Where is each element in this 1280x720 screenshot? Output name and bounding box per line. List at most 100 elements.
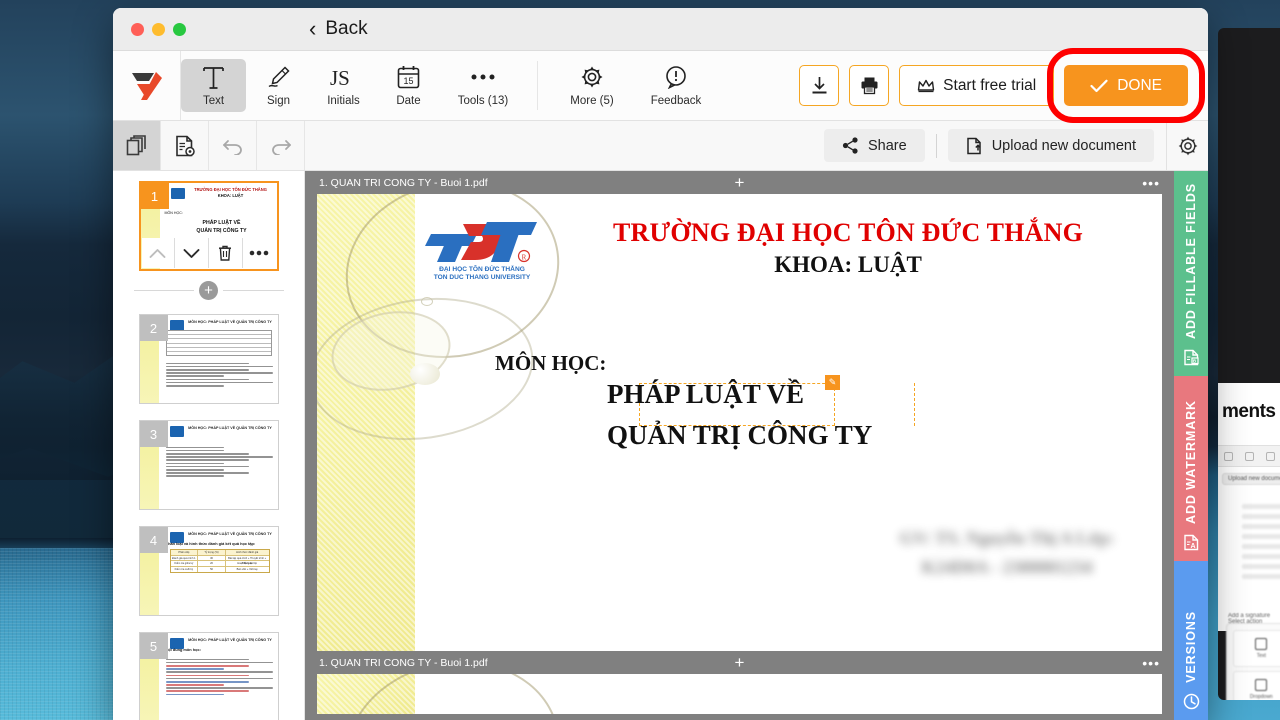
tool-text[interactable]: Text (181, 59, 246, 112)
upload-document-icon (966, 137, 983, 155)
toolbar-right-actions: Start free trial DONE (799, 48, 1208, 123)
document-settings-button[interactable] (161, 121, 209, 170)
background-browser-window[interactable]: KÍCH CỠ 22,5 MB ments DONE Upload new do… (1218, 28, 1280, 700)
back-button-label: Back (325, 18, 368, 39)
page-more-button[interactable] (243, 238, 276, 268)
background-field-text[interactable]: Text (1233, 630, 1280, 668)
background-upload-button[interactable]: Upload new document (1222, 473, 1280, 485)
upload-new-document-button[interactable]: Upload new document (947, 129, 1154, 162)
background-print-icon[interactable] (1245, 451, 1254, 461)
pages-panel-toggle[interactable] (113, 121, 161, 170)
thumbnail-hover-toolbar[interactable] (141, 238, 276, 268)
thumbnail-page-2[interactable]: 2 MÔN HỌC: PHÁP LUẬT VỀ QUẢN TRỊ CÔNG TY (138, 314, 279, 404)
ellipsis-icon (249, 250, 269, 256)
background-field-dropdown[interactable]: Dropdown (1233, 671, 1280, 700)
trash-icon (219, 245, 232, 261)
divider-line-right (223, 290, 284, 291)
document-viewer[interactable]: 1. QUAN TRI CONG TY - Buoi 1.pdf + ••• R… (305, 171, 1174, 720)
insert-page-button[interactable]: + (735, 173, 745, 193)
move-page-up-button[interactable] (142, 238, 176, 268)
undo-button[interactable] (209, 121, 257, 170)
background-footer-actions[interactable]: Add a signature Select action (1228, 613, 1270, 625)
insert-page-button[interactable]: + (735, 653, 745, 673)
settings-button[interactable] (1166, 121, 1208, 171)
maximize-button[interactable] (173, 22, 186, 36)
window-titlebar: ‹ Back (113, 8, 1208, 51)
document-page-2[interactable] (317, 674, 1162, 714)
thumbnail-item-1[interactable]: 1 TRƯỜNG ĐẠI HỌC TÔN ĐỨC THẮNG KHOA: LUẬ… (138, 181, 279, 271)
divider-line-left (133, 290, 194, 291)
document-page-1[interactable]: R ĐẠI HỌC TÔN ĐỨC THẮNG TON DUC THANG UN… (317, 194, 1162, 651)
delete-page-button[interactable] (209, 238, 243, 268)
thumbnail-panel[interactable]: 1 TRƯỜNG ĐẠI HỌC TÔN ĐỨC THẮNG KHOA: LUẬ… (113, 171, 305, 720)
download-icon (812, 77, 827, 94)
thumbnail-item-4[interactable]: 4 MÔN HỌC: PHÁP LUẬT VỀ QUẢN TRỊ CÔNG TY… (138, 526, 279, 616)
background-select-action[interactable]: Select action (1228, 619, 1270, 625)
thumbnail-page-4[interactable]: 4 MÔN HỌC: PHÁP LUẬT VỀ QUẢN TRỊ CÔNG TY… (138, 526, 279, 616)
pdffiller-logo[interactable] (113, 51, 181, 120)
document-subject-line-2: QUẢN TRỊ CÔNG TY (607, 420, 873, 450)
tab-versions[interactable]: VERSIONS (1174, 561, 1208, 720)
feedback-bubble-icon (664, 64, 688, 90)
close-button[interactable] (131, 22, 144, 36)
secondary-toolbar: Share Upload new document (113, 121, 1208, 171)
thumbnail-item-3[interactable]: 3 MÔN HỌC: PHÁP LUẬT VỀ QUẢN TRỊ CÔNG TY (138, 420, 279, 510)
text-icon (1255, 638, 1268, 651)
svg-text:JS: JS (330, 66, 350, 89)
page-options-button[interactable]: ••• (1142, 175, 1160, 191)
minimize-button[interactable] (152, 22, 165, 36)
add-page-button[interactable]: + (199, 281, 218, 300)
thumbnail-page-3[interactable]: 3 MÔN HỌC: PHÁP LUẬT VỀ QUẢN TRỊ CÔNG TY (138, 420, 279, 510)
tab-add-fillable-fields[interactable]: B ADD FILLABLE FIELDS (1174, 171, 1208, 376)
page-header-1: 1. QUAN TRI CONG TY - Buoi 1.pdf + ••• (305, 171, 1174, 194)
thumbnail-body-lines (165, 657, 273, 697)
redo-icon (271, 139, 291, 155)
share-icon (842, 137, 859, 154)
tool-date[interactable]: 15 Date (376, 51, 441, 120)
document-subject-line-1: PHÁP LUẬT VỀ (607, 379, 805, 409)
background-file-size-panel: KÍCH CỠ 22,5 MB (1218, 198, 1280, 338)
edit-field-badge-icon[interactable]: ✎ (825, 375, 840, 390)
move-page-down-button[interactable] (175, 238, 209, 268)
tab-add-fillable-fields-label: ADD FILLABLE FIELDS (1184, 183, 1198, 339)
background-action-row[interactable]: Upload new document Find another form (1218, 469, 1280, 489)
thumbnail-page-5[interactable]: 5 MÔN HỌC: PHÁP LUẬT VỀ QUẢN TRỊ CÔNG TY… (138, 632, 279, 720)
tool-initials[interactable]: JS Initials (311, 51, 376, 120)
thumbnail-item-5[interactable]: 5 MÔN HỌC: PHÁP LUẬT VỀ QUẢN TRỊ CÔNG TY… (138, 632, 279, 720)
thumbnail-page-number: 2 (139, 315, 168, 341)
thumbnail-page-number: 1 (140, 183, 169, 209)
tool-tools[interactable]: Tools (13) (441, 51, 525, 120)
thumbnail-page-number: 3 (139, 421, 168, 447)
share-button[interactable]: Share (824, 129, 925, 162)
start-free-trial-button[interactable]: Start free trial (899, 65, 1055, 106)
done-button-wrapper: DONE (1047, 48, 1205, 123)
thumbnail-logo (170, 188, 185, 199)
thumbnail-header: MÔN HỌC: PHÁP LUẬT VỀ QUẢN TRỊ CÔNG TY (188, 532, 272, 536)
background-field-type-palette[interactable]: Text Number Date Dropdown Checkbox Signa… (1226, 623, 1280, 700)
chevron-up-icon (149, 248, 166, 258)
thumbnail-caption: Phân loại và hình thức đánh giá kết quả … (165, 541, 256, 546)
svg-text:B: B (1192, 359, 1196, 364)
blurred-instructor-info: GV: TS. Nguyễn Thị A Lớp: K24D0A - 23000… (899, 528, 1115, 577)
window-controls[interactable] (131, 22, 186, 36)
back-button[interactable]: ‹ Back (309, 18, 368, 40)
page-options-button[interactable]: ••• (1142, 655, 1160, 671)
tool-feedback[interactable]: Feedback (634, 51, 718, 120)
thumbnail-page-1[interactable]: 1 TRƯỜNG ĐẠI HỌC TÔN ĐỨC THẮNG KHOA: LUẬ… (138, 181, 279, 271)
done-button[interactable]: DONE (1064, 65, 1188, 106)
insert-page-divider[interactable]: + (133, 281, 284, 300)
redo-button[interactable] (257, 121, 305, 170)
print-button[interactable] (849, 65, 890, 106)
tool-sign[interactable]: Sign (246, 51, 311, 120)
background-toolbar[interactable] (1218, 445, 1280, 467)
download-button[interactable] (799, 65, 840, 106)
tab-add-watermark[interactable]: A ADD WATERMARK (1174, 376, 1208, 561)
tool-more[interactable]: More (5) (550, 51, 634, 120)
background-help-icon[interactable] (1266, 451, 1275, 461)
secondary-tools-group: More (5) Feedback (550, 51, 718, 120)
share-label: Share (868, 137, 907, 154)
thumbnail-header: MÔN HỌC: PHÁP LUẬT VỀ QUẢN TRỊ CÔNG TY (188, 426, 272, 430)
background-search-icon[interactable] (1224, 451, 1233, 461)
tool-text-label: Text (202, 95, 225, 107)
thumbnail-item-2[interactable]: 2 MÔN HỌC: PHÁP LUẬT VỀ QUẢN TRỊ CÔNG TY (138, 314, 279, 404)
